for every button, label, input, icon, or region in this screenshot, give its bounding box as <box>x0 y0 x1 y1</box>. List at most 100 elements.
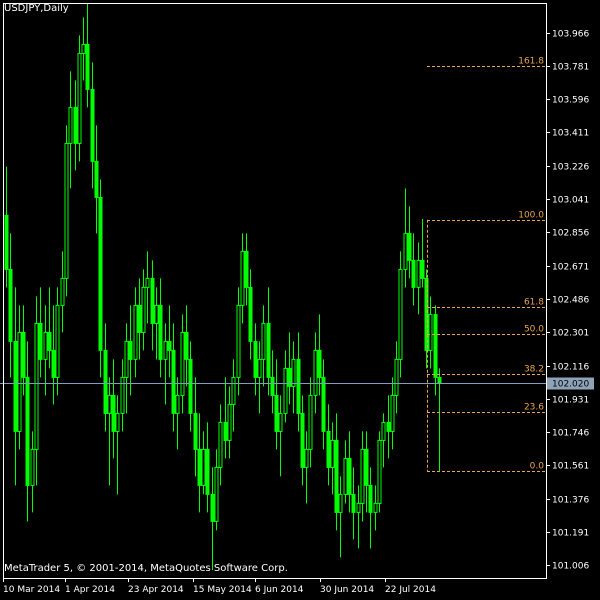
candle-body <box>133 304 138 360</box>
candle-body <box>68 106 73 144</box>
candle-body <box>334 439 339 513</box>
candle-body <box>163 340 168 360</box>
x-tick-label: 23 Apr 2014 <box>128 585 184 595</box>
copyright-text: MetaTrader 5, © 2001-2014, MetaQuotes So… <box>4 563 288 574</box>
x-tick-label: 15 May 2014 <box>193 585 252 595</box>
candle-body <box>175 394 180 414</box>
candle-body <box>433 313 438 378</box>
candle-body <box>343 457 348 495</box>
candle-body <box>124 340 129 378</box>
candle-body <box>321 376 326 432</box>
candle-body <box>326 430 331 468</box>
candle-body <box>111 394 116 432</box>
fib-level-label: 0.0 <box>530 462 545 472</box>
candle-body <box>368 484 373 513</box>
candle-body <box>360 448 365 504</box>
candle-body <box>420 259 425 279</box>
candle-body <box>81 43 86 54</box>
candle-body <box>428 313 433 351</box>
candle-body <box>313 349 318 396</box>
y-tick-label: 102.856 <box>552 229 589 239</box>
candle-body <box>381 421 386 441</box>
candle-body <box>30 448 35 486</box>
fib-level-label: 161.8 <box>518 57 544 67</box>
candle-body <box>407 232 412 261</box>
candle-body <box>330 439 335 468</box>
x-tick-label: 30 Jun 2014 <box>320 585 374 595</box>
x-tick-label: 10 Mar 2014 <box>3 585 60 595</box>
y-tick-label: 103.596 <box>552 96 589 106</box>
candle-body <box>115 412 120 432</box>
candle-body <box>205 448 210 495</box>
y-tick-label: 101.931 <box>552 396 589 406</box>
candle-body <box>55 304 60 378</box>
candle-body <box>386 421 391 432</box>
candle-body <box>257 358 262 378</box>
candle-body <box>278 412 283 432</box>
candle <box>98 179 103 378</box>
candle-body <box>120 376 125 414</box>
candle-body <box>244 250 249 288</box>
candle-body <box>25 376 30 486</box>
x-tick-label: 6 Jun 2014 <box>255 585 304 595</box>
fib-level-label: 38.2 <box>524 365 544 375</box>
candle-body <box>13 340 18 432</box>
y-tick-label: 101.561 <box>552 462 589 472</box>
candle-body <box>141 286 146 333</box>
candle-body <box>270 376 275 396</box>
candle-body <box>73 106 78 144</box>
y-tick-label: 102.671 <box>552 263 589 273</box>
fib-level-label: 61.8 <box>524 298 544 308</box>
candle-body <box>103 349 108 414</box>
y-tick-label: 101.006 <box>552 562 589 572</box>
candle-body <box>227 403 232 441</box>
candle-body <box>167 340 172 351</box>
candle-body <box>197 448 202 486</box>
y-tick-label: 103.411 <box>552 129 589 139</box>
candle-body <box>317 349 322 378</box>
candle <box>398 251 403 378</box>
x-tick-label: 22 Jul 2014 <box>385 585 436 595</box>
candle-body <box>394 358 399 396</box>
candle-body <box>214 466 219 522</box>
candle-body <box>38 322 43 360</box>
candle-body <box>364 448 369 486</box>
y-tick-label: 101.376 <box>552 496 589 506</box>
candle-body <box>137 304 142 333</box>
candle-body <box>85 43 90 90</box>
candle-body <box>253 340 258 378</box>
candle-body <box>223 421 228 441</box>
candle-body <box>158 304 163 360</box>
chart-background <box>0 0 600 600</box>
candle <box>64 125 69 297</box>
candle-body <box>154 304 159 324</box>
candle-body <box>240 250 245 306</box>
candle-body <box>51 349 56 378</box>
candle-body <box>308 394 313 450</box>
price-chart[interactable]: 161.8 100.0 61.8 50.0 38.2 23.6 0.0 102.020 10… <box>0 0 600 600</box>
candle-body <box>21 331 26 378</box>
y-tick-label: 102.116 <box>552 363 589 373</box>
candle-body <box>43 331 48 360</box>
candle-body <box>416 259 421 288</box>
candle-body <box>236 304 241 378</box>
candle-body <box>437 376 442 384</box>
candle-body <box>390 394 395 432</box>
candle <box>77 35 82 162</box>
candle-body <box>210 493 215 522</box>
candle-body <box>283 367 288 414</box>
y-tick-label: 103.966 <box>552 30 589 40</box>
candle-body <box>377 439 382 504</box>
candle-body <box>266 322 271 378</box>
candle-body <box>180 331 185 396</box>
candle-body <box>184 331 189 360</box>
candle-body <box>60 277 65 306</box>
candle-body <box>351 493 356 513</box>
candle-body <box>398 268 403 360</box>
candle-body <box>274 394 279 432</box>
candle-body <box>8 268 13 342</box>
candle-body <box>411 259 416 288</box>
y-tick-label: 102.301 <box>552 329 589 339</box>
candle-body <box>193 412 198 450</box>
candle-body <box>300 412 305 468</box>
